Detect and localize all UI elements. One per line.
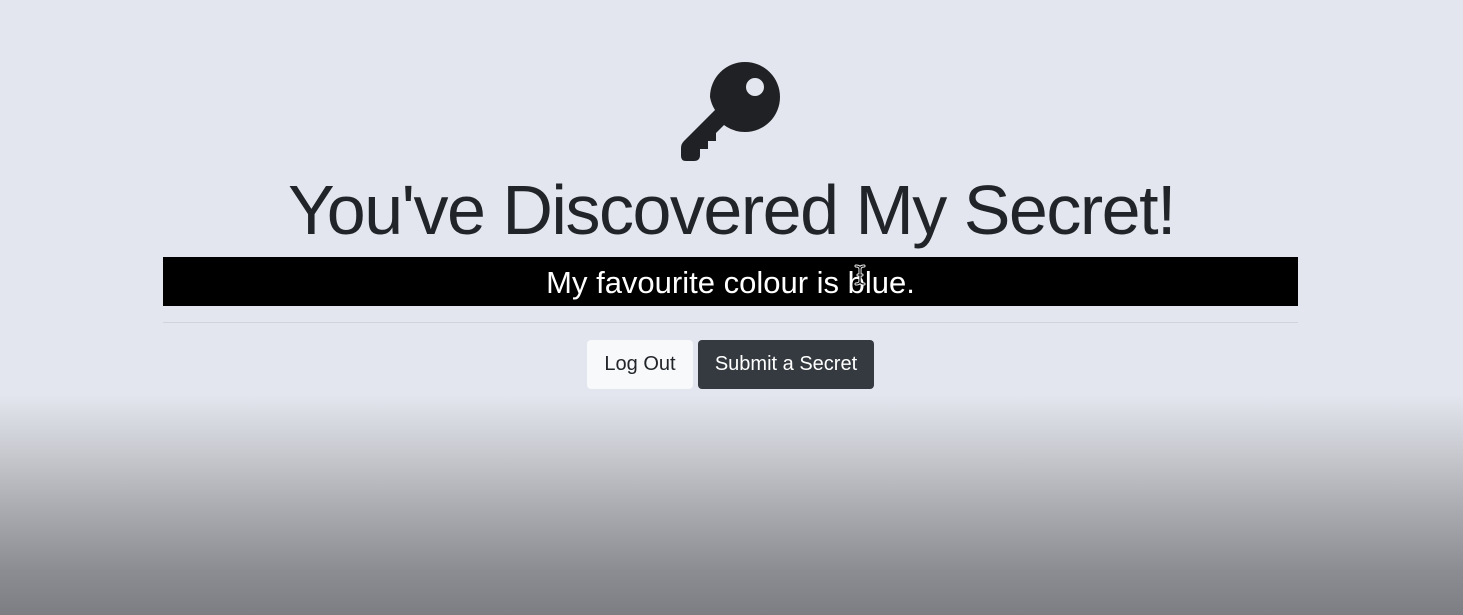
divider xyxy=(163,322,1298,323)
key-icon xyxy=(680,62,781,161)
text-cursor-icon xyxy=(853,264,867,286)
page-title: You've Discovered My Secret! xyxy=(288,171,1176,249)
secret-text: My favourite colour is blue. xyxy=(163,257,1298,306)
submit-secret-button[interactable]: Submit a Secret xyxy=(698,340,874,389)
logout-button[interactable]: Log Out xyxy=(587,340,693,389)
